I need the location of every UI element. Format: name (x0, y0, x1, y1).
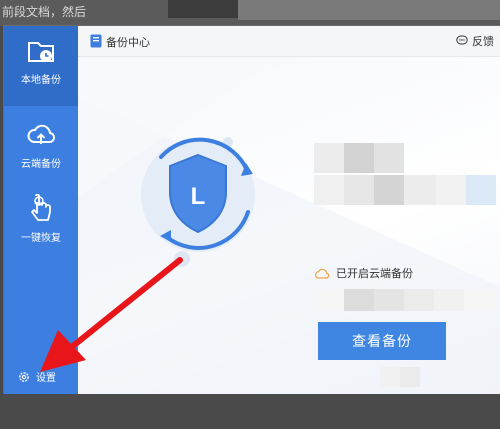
shield-status-graphic: L (141, 137, 255, 267)
hand-tap-icon (31, 194, 51, 221)
main-content: L 已开启云端备份 查看备份 (78, 57, 500, 394)
gear-icon (19, 371, 29, 382)
sidebar-item-label: 云端备份 (21, 159, 61, 170)
blurred-info (374, 289, 404, 311)
blurred-info (400, 367, 420, 387)
cloud-backup-status: 已开启云端备份 (314, 265, 413, 281)
blurred-info (464, 289, 496, 311)
shield-letter: L (191, 183, 206, 210)
blurred-info (314, 143, 344, 173)
window-title: 备份中心 (106, 36, 150, 49)
cloud-status-text: 已开启云端备份 (336, 267, 413, 280)
folder-clock-icon (28, 42, 54, 62)
blurred-info (374, 143, 404, 173)
blurred-info (344, 143, 374, 173)
blurred-info (344, 175, 374, 205)
view-backup-button[interactable]: 查看备份 (318, 322, 446, 360)
blurred-info (404, 289, 434, 311)
blurred-info (374, 175, 404, 205)
background-text: 前段文档，然后 (2, 5, 87, 19)
sidebar: 本地备份 云端备份 一键恢复 设置 (4, 26, 78, 394)
background-block (168, 0, 238, 18)
settings-button[interactable]: 设置 (18, 369, 56, 384)
chat-bubble-icon (456, 35, 468, 45)
blurred-info (434, 289, 464, 311)
blurred-info (314, 289, 344, 311)
settings-label: 设置 (36, 373, 56, 384)
feedback-button[interactable]: 反馈 (456, 33, 494, 49)
sidebar-item-one-click-restore[interactable]: 一键恢复 (4, 184, 78, 264)
background-app-strip: 前段文档，然后 (0, 0, 500, 26)
blurred-info (344, 289, 374, 311)
blurred-info (380, 367, 400, 387)
blurred-info (404, 175, 436, 205)
title-bar: 备份中心 反馈 (78, 26, 500, 57)
backup-center-window: 本地备份 云端备份 一键恢复 设置 备份中心 反馈 L 已开启云端备份 查看备份 (4, 26, 500, 394)
backup-app-icon (90, 34, 102, 48)
blurred-info (314, 175, 344, 205)
background-taskbar (0, 394, 500, 429)
sidebar-item-label: 一键恢复 (21, 233, 61, 244)
cloud-upload-icon (27, 124, 56, 144)
blurred-info (466, 175, 496, 205)
blurred-info (436, 175, 466, 205)
sidebar-item-local-backup[interactable]: 本地备份 (4, 26, 78, 106)
background-block (238, 0, 500, 20)
sidebar-item-cloud-backup[interactable]: 云端备份 (4, 110, 78, 190)
cloud-icon (314, 268, 330, 279)
sidebar-item-label: 本地备份 (21, 75, 61, 86)
feedback-label: 反馈 (472, 35, 494, 48)
